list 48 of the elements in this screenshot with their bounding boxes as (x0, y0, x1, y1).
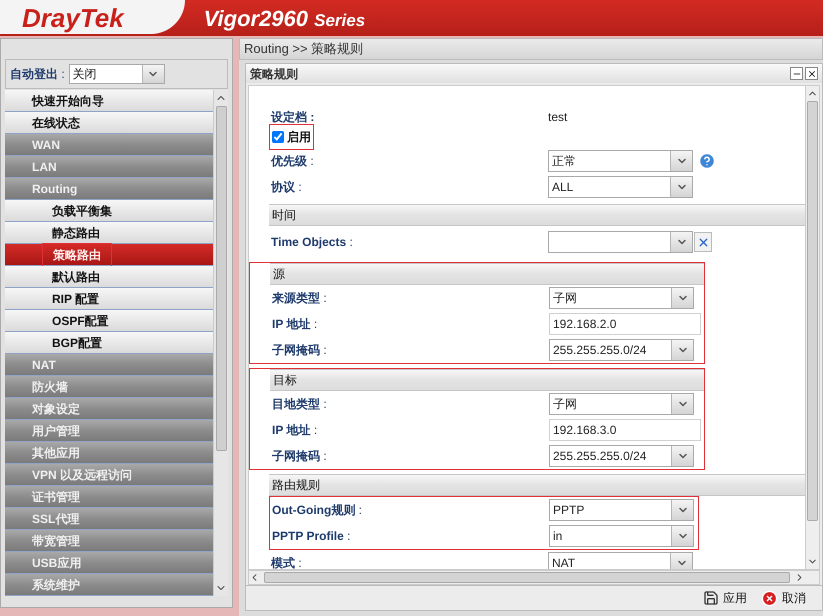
section-header: 源 (270, 263, 704, 285)
field-label: 子网掩码 : (272, 448, 328, 465)
field-label: 子网掩码 : (272, 342, 328, 359)
field-label: 目地类型 : (272, 396, 328, 413)
menu-label: 策略路由 (53, 248, 101, 262)
select-field[interactable]: 关闭 (68, 64, 165, 84)
logo: DrayTek (22, 5, 124, 31)
field-label: 设定档 : (271, 109, 316, 126)
field-label: 优先级 : (271, 153, 315, 170)
select-field[interactable]: 255.255.255.0/24 (549, 339, 694, 361)
select-field[interactable]: PPTP (549, 499, 694, 521)
select-field[interactable]: 子网 (549, 287, 694, 309)
field-label: 自动登出 : (10, 66, 65, 83)
field-label: PPTP Profile : (272, 528, 352, 545)
menu-item[interactable]: 策略路由 (5, 244, 213, 266)
menu-item[interactable]: 默认路由 (5, 266, 213, 288)
section-header: 时间 (269, 204, 805, 226)
section-header: 目标 (270, 369, 704, 391)
field-label: Time Objects : (271, 234, 354, 251)
select-field[interactable]: 正常 (548, 150, 693, 172)
menu-item[interactable]: 负载平衡集 (5, 200, 213, 222)
menu-item[interactable]: BGP配置 (5, 332, 213, 354)
menu-item[interactable]: OSPF配置 (5, 310, 213, 332)
field-label: 来源类型 : (272, 290, 328, 307)
model-title: Vigor2960 Series (204, 4, 366, 33)
field-label: Out-Going规则 : (272, 502, 364, 519)
select-field[interactable]: 子网 (549, 393, 694, 415)
field-label: IP 地址 : (272, 422, 318, 439)
select-field[interactable]: ALL (548, 176, 693, 198)
profile-value: test (548, 109, 568, 126)
text-field[interactable]: 192.168.3.0 (549, 419, 701, 441)
select-field[interactable]: in (549, 525, 694, 547)
checkbox-label: 启用 (287, 129, 311, 146)
select-field[interactable]: 255.255.255.0/24 (549, 445, 694, 467)
field-label: 模式 : (271, 555, 303, 569)
apply-button[interactable]: 应用 (703, 589, 747, 607)
cancel-button[interactable]: 取消 (761, 589, 806, 607)
field-label: IP 地址 : (272, 316, 318, 333)
field-label: 协议 : (271, 179, 303, 196)
text-field[interactable]: 192.168.2.0 (549, 313, 701, 335)
menu-item[interactable]: RIP 配置 (5, 288, 213, 310)
menu-item[interactable]: 在线状态 (5, 112, 213, 134)
menu-item[interactable]: 静态路由 (5, 222, 213, 244)
breadcrumb: Routing >> 策略规则 (239, 38, 823, 60)
menu-item[interactable]: 快速开始向导 (5, 90, 213, 112)
panel-title: 策略规则 (250, 66, 298, 82)
select-field[interactable]: NAT (548, 552, 693, 569)
section-header: 路由规则 (269, 474, 805, 496)
